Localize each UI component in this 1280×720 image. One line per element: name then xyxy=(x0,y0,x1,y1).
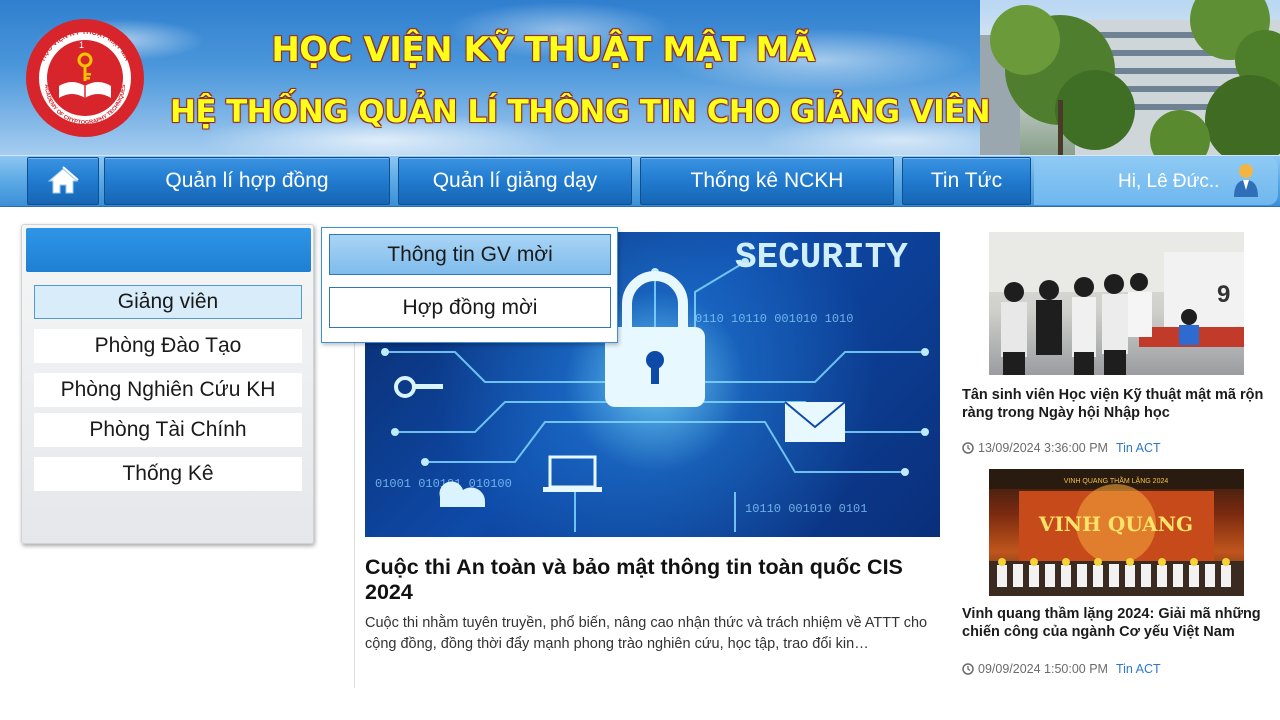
news-image-1[interactable]: 9 xyxy=(989,232,1244,375)
news-meta-2: 09/09/2024 1:50:00 PM Tin ACT xyxy=(962,662,1161,676)
left-sidebar: Giảng viên Phòng Đào Tạo Phòng Nghiên Cứ… xyxy=(21,224,314,544)
lecturer-submenu: Thông tin GV mời Hợp đồng mời xyxy=(321,227,618,343)
sidebar-item-lecturer[interactable]: Giảng viên xyxy=(34,285,302,319)
svg-text:VINH QUANG: VINH QUANG xyxy=(1038,512,1193,536)
news-title-1[interactable]: Tân sinh viên Học viện Kỹ thuật mật mã r… xyxy=(962,386,1272,422)
nav-research-statistics[interactable]: Thống kê NCKH xyxy=(640,157,894,205)
clock-icon xyxy=(962,442,974,454)
sidebar-header xyxy=(26,228,311,272)
sidebar-item-finance-office[interactable]: Phòng Tài Chính xyxy=(34,413,302,447)
user-greeting: Hi, Lê Đức.. xyxy=(1118,171,1220,192)
submenu-item-invited-lecturer-info[interactable]: Thông tin GV mời xyxy=(329,234,611,275)
svg-text:9: 9 xyxy=(1217,281,1230,308)
news-tag-2[interactable]: Tin ACT xyxy=(1116,662,1161,676)
news-date-2: 09/09/2024 1:50:00 PM xyxy=(978,662,1108,676)
system-title: HỆ THỐNG QUẢN LÍ THÔNG TIN CHO GIẢNG VIÊ… xyxy=(170,94,991,130)
nav-news[interactable]: Tin Tức xyxy=(902,157,1031,205)
campus-photo xyxy=(980,0,1280,155)
news-tag-1[interactable]: Tin ACT xyxy=(1116,441,1161,455)
news-image-2[interactable]: VINH QUANG THẦM LẶNG 2024 VINH QUANG xyxy=(989,469,1244,596)
sidebar-item-statistics[interactable]: Thống Kê xyxy=(34,457,302,491)
header-banner xyxy=(0,0,980,155)
home-icon xyxy=(47,166,79,194)
submenu-item-invited-contract[interactable]: Hợp đồng mời xyxy=(329,287,611,328)
nav-teaching-management[interactable]: Quản lí giảng dạy xyxy=(398,157,632,205)
academy-logo: 1 HỌC VIỆN KỸ THUẬT MẬT MÃ ACADEMY OF CR… xyxy=(25,18,145,138)
academy-title: HỌC VIỆN KỸ THUẬT MẬT MÃ xyxy=(271,30,815,70)
main-article-description: Cuộc thi nhằm tuyên truyền, phổ biến, nâ… xyxy=(365,615,928,652)
news-date-1: 13/09/2024 3:36:00 PM xyxy=(978,441,1108,455)
sidebar-item-research-office[interactable]: Phòng Nghiên Cứu KH xyxy=(34,373,302,407)
news-meta-1: 13/09/2024 3:36:00 PM Tin ACT xyxy=(962,441,1161,455)
home-button[interactable] xyxy=(27,157,99,205)
sidebar-item-training-office[interactable]: Phòng Đào Tạo xyxy=(34,329,302,363)
main-article-title[interactable]: Cuộc thi An toàn và bảo mật thông tin to… xyxy=(365,555,945,605)
user-avatar-icon[interactable] xyxy=(1232,162,1260,198)
svg-text:SECURITY: SECURITY xyxy=(735,237,908,278)
news-title-2[interactable]: Vinh quang thầm lặng 2024: Giải mã những… xyxy=(962,605,1272,641)
svg-text:10110 001010 0101: 10110 001010 0101 xyxy=(745,502,867,516)
academy-logo-icon: 1 HỌC VIỆN KỸ THUẬT MẬT MÃ ACADEMY OF CR… xyxy=(26,19,144,137)
svg-text:1: 1 xyxy=(79,40,84,50)
clock-icon xyxy=(962,663,974,675)
svg-text:0110 10110 001010 1010: 0110 10110 001010 1010 xyxy=(695,312,853,326)
nav-contract-management[interactable]: Quản lí hợp đồng xyxy=(104,157,390,205)
